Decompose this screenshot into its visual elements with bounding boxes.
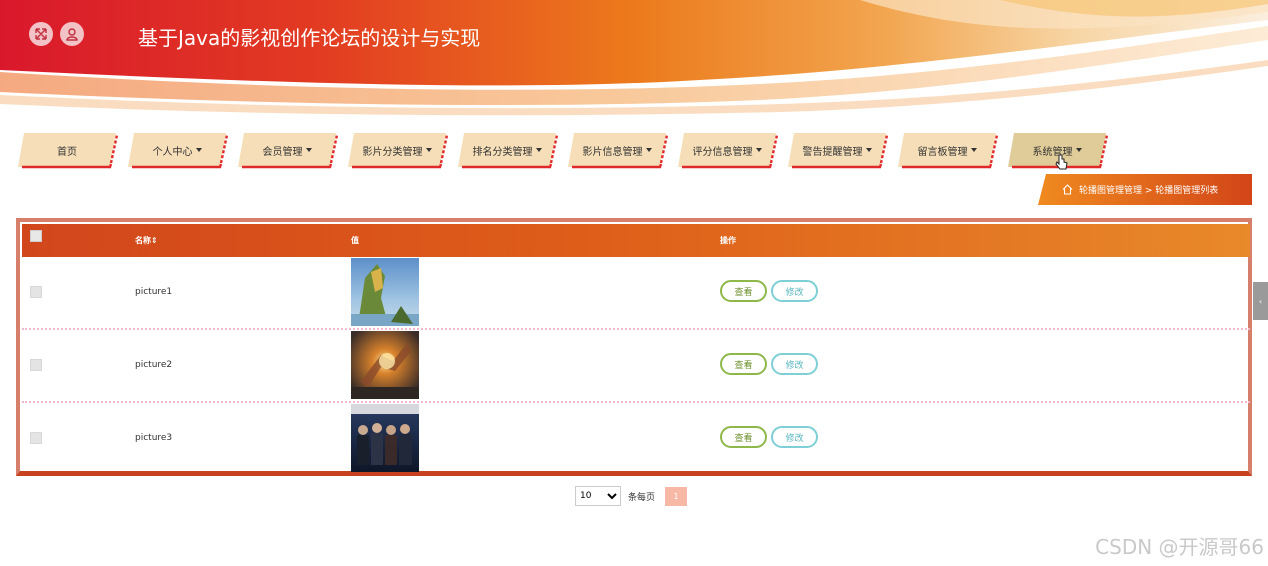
view-button[interactable]: 查看 (720, 426, 767, 448)
caret-down-icon (755, 148, 762, 152)
breadcrumb-path[interactable]: 轮播图管理管理 > 轮播图管理列表 (1079, 183, 1218, 196)
row-image-thumbnail (351, 258, 419, 326)
view-button[interactable]: 查看 (720, 280, 767, 302)
caret-down-icon (970, 148, 977, 152)
nav-item-5[interactable]: 排名分类管理 (458, 133, 558, 169)
nav-item-9[interactable]: 留言板管理 (898, 133, 998, 169)
row-checkbox[interactable] (30, 286, 42, 298)
home-icon[interactable] (1062, 184, 1073, 195)
column-header-name[interactable]: 名称⇕ (135, 224, 158, 257)
mouse-cursor-icon (1055, 154, 1068, 170)
caret-down-icon (865, 148, 872, 152)
table-row: picture1 查看 修改 (22, 257, 1250, 330)
nav-item-1[interactable]: 首页 (18, 133, 118, 169)
header-background (0, 0, 1268, 118)
table-header: 名称⇕ 值 操作 (22, 224, 1250, 257)
header-banner: 基于Java的影视创作论坛的设计与实现 (0, 0, 1268, 118)
nav-item-label: 警告提醒管理 (788, 133, 886, 167)
nav-item-text: 警告提醒管理 (802, 146, 863, 158)
nav-item-2[interactable]: 个人中心 (128, 133, 228, 169)
row-checkbox[interactable] (30, 359, 42, 371)
row-name: picture2 (135, 360, 173, 370)
nav-item-label: 影片分类管理 (348, 133, 446, 167)
nav-item-label: 留言板管理 (898, 133, 996, 167)
page-size-select[interactable]: 10 (575, 486, 621, 506)
nav-item-6[interactable]: 影片信息管理 (568, 133, 668, 169)
side-collapse-tab[interactable]: ‹ (1253, 282, 1268, 320)
nav-item-text: 影片分类管理 (362, 146, 423, 158)
nav-item-text: 个人中心 (152, 146, 193, 158)
page-number-button[interactable]: 1 (665, 486, 688, 506)
view-button[interactable]: 查看 (720, 353, 767, 375)
nav-item-text: 留言板管理 (917, 146, 968, 158)
table-row: picture2 查看 修改 (22, 330, 1250, 403)
nav-item-label: 影片信息管理 (568, 133, 666, 167)
data-table: 名称⇕ 值 操作 picture1 查看 修改 picture2 查看 修改 p… (16, 218, 1252, 476)
row-image-thumbnail (351, 404, 419, 472)
column-header-actions: 操作 (720, 236, 736, 245)
select-all-checkbox[interactable] (30, 230, 42, 242)
edit-button[interactable]: 修改 (771, 280, 818, 302)
nav-item-text: 评分信息管理 (692, 146, 753, 158)
nav-item-label: 首页 (18, 133, 116, 167)
table-row: picture3 查看 修改 (22, 403, 1250, 476)
page-title: 基于Java的影视创作论坛的设计与实现 (138, 26, 481, 50)
caret-down-icon (535, 148, 542, 152)
nav-item-text: 影片信息管理 (582, 146, 643, 158)
nav-item-3[interactable]: 会员管理 (238, 133, 338, 169)
nav-item-label: 个人中心 (128, 133, 226, 167)
nav-item-text: 排名分类管理 (472, 146, 533, 158)
per-page-label: 条每页 (628, 492, 656, 503)
caret-down-icon (195, 148, 202, 152)
column-header-value: 值 (351, 236, 359, 245)
breadcrumb: 轮播图管理管理 > 轮播图管理列表 (1038, 174, 1252, 205)
nav-item-label: 排名分类管理 (458, 133, 556, 167)
watermark: CSDN @开源哥66 (1095, 535, 1264, 559)
row-checkbox[interactable] (30, 432, 42, 444)
nav-item-text: 会员管理 (262, 146, 303, 158)
breadcrumb-text-wrap: 轮播图管理管理 > 轮播图管理列表 (1062, 174, 1218, 205)
nav-item-4[interactable]: 影片分类管理 (348, 133, 448, 169)
nav-item-8[interactable]: 警告提醒管理 (788, 133, 888, 169)
nav-item-7[interactable]: 评分信息管理 (678, 133, 778, 169)
edit-button[interactable]: 修改 (771, 353, 818, 375)
nav-item-label: 评分信息管理 (678, 133, 776, 167)
expand-arrows-icon (35, 28, 47, 40)
edit-button[interactable]: 修改 (771, 426, 818, 448)
row-name: picture1 (135, 287, 173, 297)
caret-down-icon (425, 148, 432, 152)
nav-item-text: 首页 (57, 146, 77, 158)
caret-down-icon (305, 148, 312, 152)
user-profile-button[interactable] (60, 22, 84, 46)
row-name: picture3 (135, 433, 173, 443)
fullscreen-button[interactable] (29, 22, 53, 46)
nav-item-label: 会员管理 (238, 133, 336, 167)
pagination: 10 条每页 1 (575, 486, 688, 506)
row-image-thumbnail (351, 331, 419, 399)
user-icon (66, 28, 78, 41)
caret-down-icon (645, 148, 652, 152)
caret-down-icon (1075, 148, 1082, 152)
